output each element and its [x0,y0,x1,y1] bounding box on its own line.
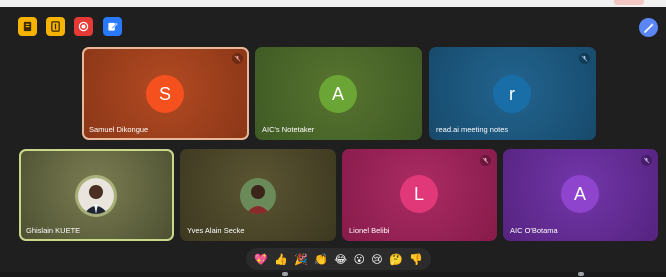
participant-tile[interactable]: A AIC's Notetaker [255,47,422,140]
sad-reaction[interactable]: 😢 [371,254,382,265]
clap-reaction[interactable]: 👏 [314,254,328,265]
control-indicator [578,272,584,276]
participant-name: Samuel Dikongue [89,125,149,134]
avatar: L [400,175,438,213]
avatar: S [146,75,184,113]
thumbs-down-reaction[interactable]: 👎 [409,254,423,265]
edit-button[interactable] [103,17,122,36]
heart-reaction[interactable]: 💖 [254,254,268,265]
laugh-reaction[interactable]: 😂 [334,254,347,265]
participant-tile[interactable]: A AIC O'Botama [503,149,658,241]
participant-tile[interactable]: S Samuel Dikongue [82,47,249,140]
tab-indicator [614,0,644,5]
mic-off-icon [232,53,243,64]
surprised-reaction[interactable]: 😮 [353,254,364,265]
magic-wand-icon [643,22,654,33]
record-icon [78,21,89,32]
participant-name: read.ai meeting notes [436,125,509,134]
avatar: A [319,75,357,113]
record-button[interactable] [74,17,93,36]
participant-tile[interactable]: r read.ai meeting notes [429,47,596,140]
participant-tile[interactable]: L Lionel Belibi [342,149,497,241]
document-icon [23,21,32,32]
participant-tile[interactable]: Ghislain KUETE [19,149,174,241]
notes-icon [51,21,60,32]
participant-photo [78,178,114,214]
thumbs-up-reaction[interactable]: 👍 [274,254,288,265]
document-button[interactable] [18,17,37,36]
mic-off-icon [480,155,491,166]
browser-top-strip [0,0,666,7]
participant-photo [240,178,276,214]
control-indicator [282,272,288,276]
mic-off-icon [579,53,590,64]
participant-name: AIC O'Botama [510,226,558,235]
participant-name: Yves Alain Secke [187,226,245,235]
party-reaction[interactable]: 🎉 [294,254,308,265]
mic-off-icon [641,155,652,166]
bottom-control-edge [0,272,666,277]
thinking-reaction[interactable]: 🤔 [389,254,403,265]
participant-name: AIC's Notetaker [262,125,315,134]
participant-name: Ghislain KUETE [26,226,81,235]
notes-button[interactable] [46,17,65,36]
edit-icon [108,22,118,31]
participant-name: Lionel Belibi [349,226,390,235]
participant-tile[interactable]: Yves Alain Secke [180,149,336,241]
reactions-bar: 💖 👍 🎉 👏 😂 😮 😢 🤔 👎 [246,248,431,270]
effects-button[interactable] [639,18,658,37]
avatar: r [493,75,531,113]
avatar: A [561,175,599,213]
